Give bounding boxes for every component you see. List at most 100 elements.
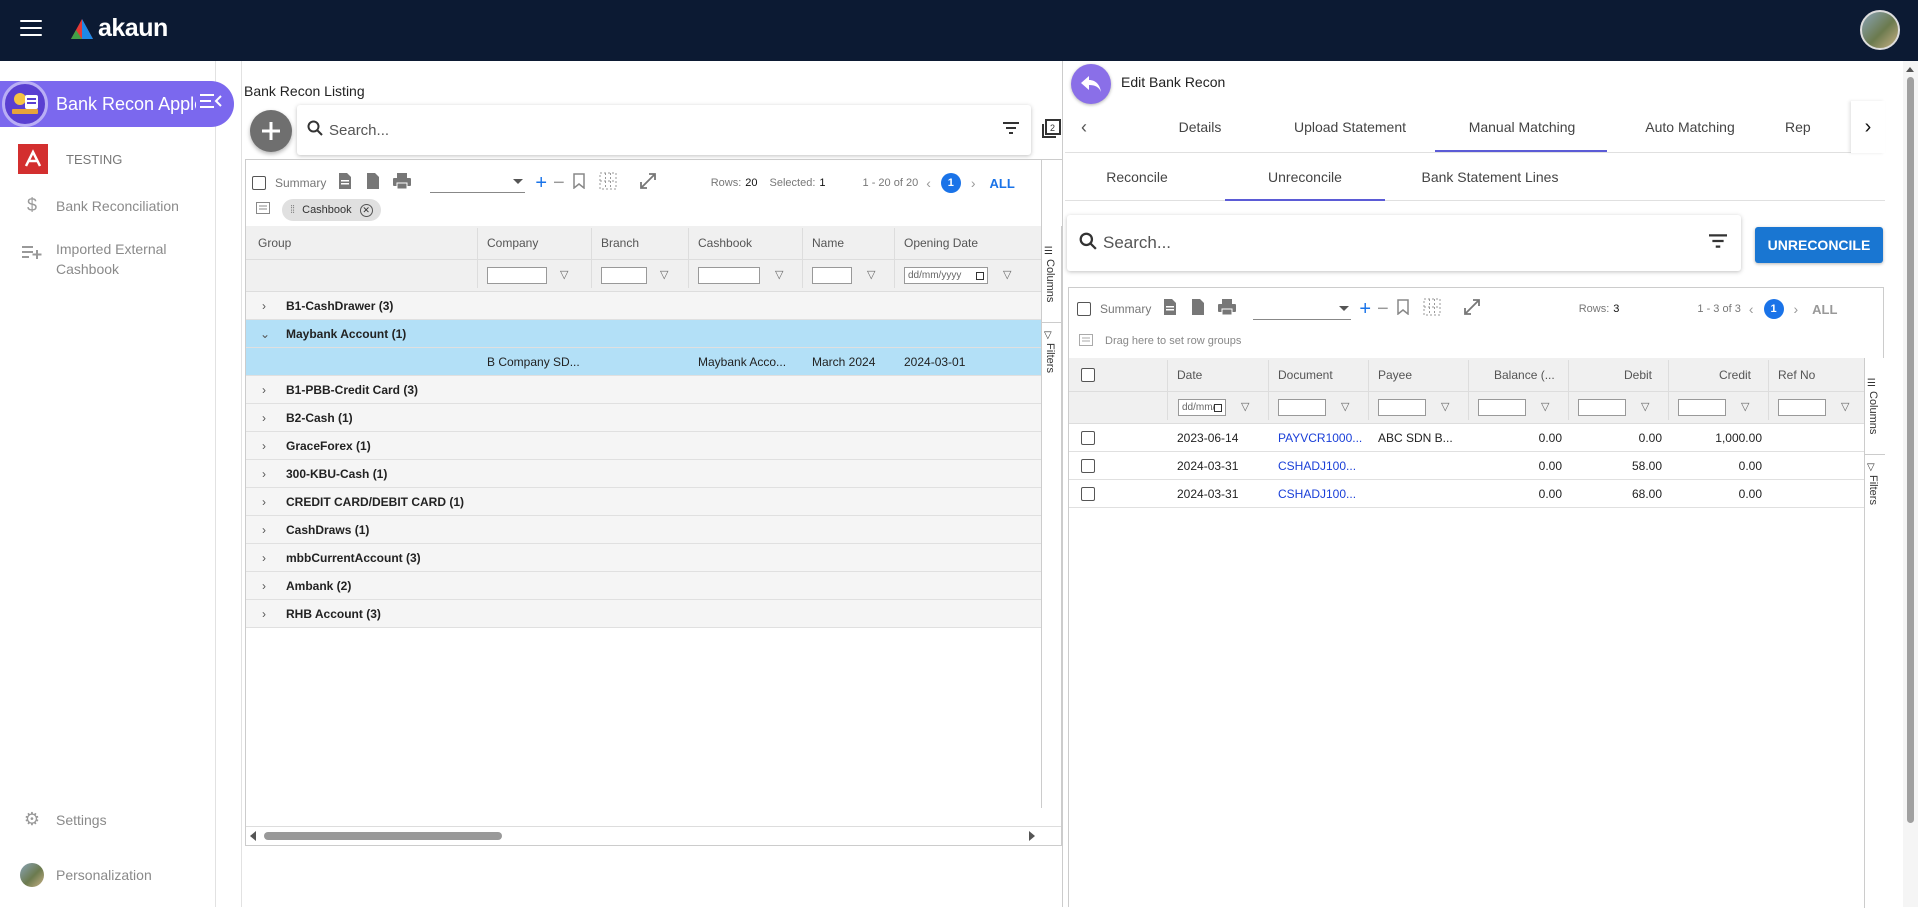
back-button[interactable]: [1071, 64, 1111, 104]
all-pages-button[interactable]: ALL: [990, 176, 1015, 191]
scrollbar-thumb[interactable]: [264, 832, 502, 840]
date-filter-input[interactable]: dd/mm/yyyy: [1178, 399, 1226, 416]
balance-filter-input[interactable]: [1478, 399, 1526, 416]
summary-checkbox[interactable]: [1077, 302, 1091, 316]
chevron-right-icon[interactable]: ›: [262, 439, 278, 453]
scroll-left-icon[interactable]: [250, 831, 256, 841]
subtab-reconcile[interactable]: Reconcile: [1085, 169, 1189, 185]
group-row[interactable]: › Ambank (2): [246, 572, 1041, 600]
fullscreen-icon[interactable]: [639, 172, 657, 195]
sidebar-item-bank-reconciliation[interactable]: $ Bank Reconciliation: [20, 195, 179, 216]
ref-no-filter-icon[interactable]: ▽: [1841, 400, 1849, 413]
table-row[interactable]: 2024-03-31 CSHADJ100... 0.00 58.00 0.00: [1069, 452, 1864, 480]
document-icon[interactable]: [338, 172, 352, 195]
print-icon[interactable]: [392, 172, 412, 195]
expand-all-icon[interactable]: +: [1359, 298, 1371, 321]
document-filter-icon[interactable]: ▽: [1341, 400, 1349, 413]
org-item[interactable]: TESTING: [18, 144, 122, 174]
chevron-right-icon[interactable]: ›: [262, 467, 278, 481]
table-row[interactable]: B Company SD... Maybank Acco... March 20…: [246, 348, 1041, 376]
column-header-cashbook[interactable]: Cashbook: [698, 236, 752, 250]
prev-page-icon[interactable]: ‹: [926, 175, 931, 191]
row-checkbox[interactable]: [1081, 458, 1095, 473]
grid-select-icon[interactable]: [1423, 298, 1441, 321]
column-header-debit[interactable]: Debit: [1624, 368, 1652, 382]
chevron-right-icon[interactable]: ›: [262, 607, 278, 621]
group-row[interactable]: › B1-PBB-Credit Card (3): [246, 376, 1041, 404]
unreconcile-button[interactable]: UNRECONCILE: [1755, 227, 1883, 263]
branch-filter-icon[interactable]: ▽: [660, 268, 668, 281]
column-header-group[interactable]: Group: [258, 236, 291, 250]
group-row[interactable]: › CashDraws (1): [246, 516, 1041, 544]
chevron-right-icon[interactable]: ›: [262, 551, 278, 565]
document-link[interactable]: CSHADJ100...: [1278, 487, 1356, 501]
akaun-logo[interactable]: akaun: [70, 14, 168, 43]
group-chip[interactable]: ⁞⁞ Cashbook ✕: [282, 199, 381, 221]
summary-checkbox[interactable]: [252, 176, 266, 190]
name-filter-icon[interactable]: ▽: [867, 268, 875, 281]
column-header-company[interactable]: Company: [487, 236, 538, 250]
filters-side-tab[interactable]: ▽ Filters: [1867, 462, 1879, 510]
column-header-document[interactable]: Document: [1278, 368, 1333, 382]
all-pages-button[interactable]: ALL: [1812, 302, 1837, 317]
search-input[interactable]: [1103, 233, 1709, 253]
column-header-name[interactable]: Name: [812, 236, 844, 250]
horizontal-scrollbar[interactable]: [246, 826, 1061, 844]
column-header-branch[interactable]: Branch: [601, 236, 639, 250]
chevron-right-icon[interactable]: ›: [262, 579, 278, 593]
hamburger-menu-icon[interactable]: [20, 20, 42, 38]
row-checkbox[interactable]: [1081, 486, 1095, 501]
copy-icon[interactable]: 2: [1040, 118, 1062, 145]
document-link[interactable]: PAYVCR1000...: [1278, 431, 1362, 445]
subtab-bank-statement-lines[interactable]: Bank Statement Lines: [1405, 169, 1575, 185]
filter-icon[interactable]: [1003, 121, 1019, 139]
page-vertical-scrollbar[interactable]: [1903, 61, 1918, 907]
group-row[interactable]: › 300-KBU-Cash (1): [246, 460, 1041, 488]
remove-chip-icon[interactable]: ✕: [359, 203, 373, 217]
tab-details[interactable]: Details: [1155, 119, 1245, 135]
chevron-down-icon[interactable]: ⌄: [260, 327, 278, 341]
debit-filter-icon[interactable]: ▽: [1641, 400, 1649, 413]
chevron-right-icon[interactable]: ›: [262, 495, 278, 509]
opening-date-filter-icon[interactable]: ▽: [1003, 268, 1011, 281]
group-row[interactable]: › B1-CashDrawer (3): [246, 292, 1041, 320]
date-filter-icon[interactable]: ▽: [1241, 400, 1249, 413]
subtab-unreconcile[interactable]: Unreconcile: [1225, 169, 1385, 185]
sidebar-item-settings[interactable]: ⚙ Settings: [20, 809, 107, 830]
tab-manual-matching[interactable]: Manual Matching: [1437, 119, 1607, 135]
group-row-selected[interactable]: ⌄ Maybank Account (1): [246, 320, 1041, 348]
view-select[interactable]: [430, 173, 526, 193]
row-checkbox[interactable]: [1081, 430, 1095, 445]
next-page-icon[interactable]: ›: [1794, 301, 1799, 317]
payee-filter-input[interactable]: [1378, 399, 1426, 416]
prev-page-icon[interactable]: ‹: [1749, 301, 1754, 317]
cashbook-filter-icon[interactable]: ▽: [775, 268, 783, 281]
file-icon[interactable]: [366, 172, 380, 195]
document-link[interactable]: CSHADJ100...: [1278, 459, 1356, 473]
fullscreen-icon[interactable]: [1463, 298, 1481, 321]
file-icon[interactable]: [1191, 298, 1205, 321]
group-row[interactable]: › GraceForex (1): [246, 432, 1041, 460]
print-icon[interactable]: [1217, 298, 1237, 321]
branch-filter-input[interactable]: [601, 267, 647, 284]
chevron-right-icon[interactable]: ›: [262, 383, 278, 397]
column-header-payee[interactable]: Payee: [1378, 368, 1412, 382]
column-header-credit[interactable]: Credit: [1719, 368, 1751, 382]
app-switcher[interactable]: Bank Recon Apple: [0, 81, 234, 127]
columns-side-tab[interactable]: ☰ Columns: [1867, 378, 1879, 439]
collapse-all-icon[interactable]: −: [1377, 298, 1389, 321]
ref-no-filter-input[interactable]: [1778, 399, 1826, 416]
chevron-right-icon[interactable]: ›: [262, 523, 278, 537]
filter-icon[interactable]: [1709, 233, 1727, 253]
sidebar-item-imported-external-cashbook[interactable]: Imported External Cashbook: [20, 239, 186, 279]
scroll-right-icon[interactable]: [1029, 831, 1035, 841]
document-filter-input[interactable]: [1278, 399, 1326, 416]
group-row[interactable]: › mbbCurrentAccount (3): [246, 544, 1041, 572]
cashbook-filter-input[interactable]: [698, 267, 760, 284]
view-select[interactable]: [1253, 298, 1352, 320]
column-header-ref-no[interactable]: Ref No: [1778, 368, 1815, 382]
collapse-all-icon[interactable]: −: [553, 172, 565, 195]
payee-filter-icon[interactable]: ▽: [1441, 400, 1449, 413]
tab-upload-statement[interactable]: Upload Statement: [1270, 119, 1430, 135]
search-input[interactable]: [329, 121, 1003, 139]
